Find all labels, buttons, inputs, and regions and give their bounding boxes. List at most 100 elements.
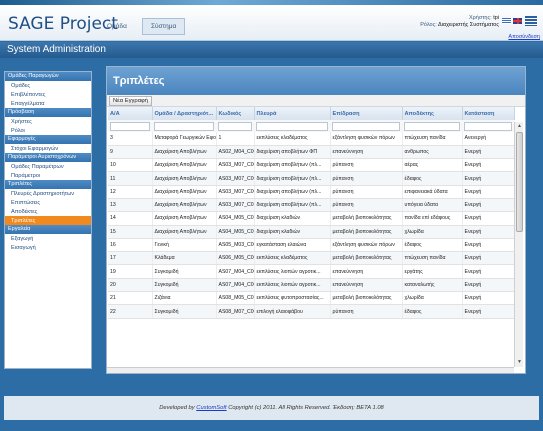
sidebar-item-activity-sides[interactable]: Πλευρές Δραστηριοτήτων	[5, 189, 91, 198]
column-header-status[interactable]: Κατάσταση	[462, 107, 515, 120]
sidebar-item-recipients[interactable]: Αποδέκτες	[5, 207, 91, 216]
table-row[interactable]: 19ΣυγκομιδήAS07_M04_C005εκπλύσεις λιοπών…	[108, 264, 515, 279]
cell-group: Διαχείριση Αποβλήτων	[152, 171, 217, 186]
table-row[interactable]: 20ΣυγκομιδήAS07_M04_C008εκπλύσεις λιοπών…	[108, 278, 515, 293]
column-header-side[interactable]: Πλευρά	[254, 107, 331, 120]
home-icon[interactable]	[525, 16, 537, 26]
sidebar-item-application-targets[interactable]: Στόχοι Εφαρμογών	[5, 144, 91, 153]
cell-recipient: έδαφος	[402, 171, 463, 186]
filter-input-side[interactable]	[256, 121, 328, 131]
nav-tab-group[interactable]: Ομάδα	[98, 18, 136, 35]
role-label: Ρόλος:	[420, 22, 437, 28]
cell-recipient: έδαφος	[402, 238, 463, 253]
table-row[interactable]: 17ΚλάδεμαAS06_M05_C006εκπλύσεις κλαδέματ…	[108, 251, 515, 266]
cell-code: AS03_M07_C004	[216, 185, 255, 199]
filter-input-recipient[interactable]	[404, 121, 460, 131]
role-value: Διαχειριστής Συστήματος	[438, 22, 499, 28]
cell-status: Ανενεργή	[462, 132, 515, 146]
cell-recipient: έδαφος	[402, 304, 463, 319]
scroll-thumb[interactable]	[516, 132, 523, 232]
cell-impact: ρύπανση	[330, 171, 403, 186]
cell-impact: μεταβολή βιοποικιλότητας	[330, 211, 403, 226]
filter-input-impact[interactable]	[332, 121, 400, 131]
table-row[interactable]: 16ΓενικήAS05_M03_C008εγκατάσταση ελαιώνα…	[108, 238, 515, 253]
uk-flag-icon[interactable]	[513, 18, 522, 24]
table-row[interactable]: 11Διαχείριση ΑποβλήτωνAS03_M07_C003διαχε…	[108, 171, 515, 186]
table-row[interactable]: 10Διαχείριση ΑποβλήτωνAS03_M07_C001διαχε…	[108, 158, 515, 173]
nav-tab-system[interactable]: Σύστημα	[141, 18, 186, 35]
footer: Developed by CustomSoft Copyright (c) 20…	[4, 396, 539, 420]
table-row[interactable]: 9Διαχείριση ΑποβλήτωνAS02_M04_C002διαχεί…	[108, 145, 515, 160]
scroll-up-arrow-icon[interactable]: ▲	[516, 123, 523, 130]
table-row[interactable]: 14Διαχείριση ΑποβλήτωνAS04_M05_C011διαχε…	[108, 211, 515, 226]
cell-impact: επανεύννηση	[330, 278, 403, 293]
filter-input-code[interactable]	[218, 121, 252, 131]
sidebar-item-impacts[interactable]: Επιπτώσεις	[5, 198, 91, 207]
cell-recipient: εργάτης	[402, 264, 463, 279]
cell-impact: επανεύννηση	[330, 264, 403, 279]
scroll-down-arrow-icon[interactable]: ▼	[516, 359, 523, 366]
column-header-recipient[interactable]: Αποδέκτης	[402, 107, 463, 120]
cell-aa: 17	[108, 251, 153, 266]
sidebar-item-import[interactable]: Εισαγωγή	[5, 243, 91, 252]
column-header-aa[interactable]: Α/Α	[108, 107, 153, 120]
cell-side: εκπλύσεις λιοπών αγροτικ...	[254, 264, 331, 279]
sidebar-item-professions[interactable]: Επαγγέλματα	[5, 99, 91, 108]
table-row[interactable]: 21ΖιζάνιαAS08_M05_C015εκπλύσεις φυτοπροσ…	[108, 291, 515, 306]
cell-group: Κλάδεμα	[152, 251, 217, 266]
top-nav: Ομάδα Σύστημα	[98, 18, 186, 35]
sidebar-item-users[interactable]: Χρήστες	[5, 117, 91, 126]
cell-code: AS07_M04_C005	[216, 264, 255, 279]
cell-recipient: πτώχευση πανίδα	[402, 251, 463, 266]
horizontal-scrollbar[interactable]	[107, 367, 514, 373]
sidebar-item-roles[interactable]: Ρόλοι	[5, 126, 91, 135]
cell-impact: εξάντληση φυσικών πόρων	[330, 132, 403, 146]
filter-input-group[interactable]	[154, 121, 214, 131]
sidebar-item-parameter-groups[interactable]: Ομάδες Παραμέτρων	[5, 162, 91, 171]
cell-recipient: καταναλωτής	[402, 278, 463, 293]
new-record-button[interactable]: Νέα Εγγραφή	[109, 96, 153, 106]
logout-link[interactable]: Αποσύνδεση	[508, 34, 540, 40]
cell-status: Ενεργή	[462, 225, 515, 239]
sidebar-item-groups[interactable]: Ομάδες	[5, 81, 91, 90]
cell-status: Ενεργή	[462, 251, 515, 266]
cell-recipient: χλωρίδα	[402, 225, 463, 239]
cell-impact: μεταβολή βιοποικιλότητας	[330, 251, 403, 266]
sidebar-item-parameters[interactable]: Παράμετροι	[5, 171, 91, 180]
cell-side: διαχείριση αποβλήτων ΦΠ	[254, 145, 331, 160]
cell-status: Ενεργή	[462, 211, 515, 226]
system-bar: System Administration	[0, 42, 543, 58]
filter-input-status[interactable]	[464, 121, 512, 131]
cell-recipient: πανίδα επί εδάφους	[402, 211, 463, 226]
greek-flag-icon[interactable]	[502, 18, 511, 24]
table-row[interactable]: 13Διαχείριση ΑποβλήτωνAS03_M07_C014διαχε…	[108, 198, 515, 213]
cell-code: AS04_M05_C015	[216, 225, 255, 239]
sidebar-item-supervisors[interactable]: Επιβλέποντες	[5, 90, 91, 99]
footer-link[interactable]: CustomSoft	[196, 405, 226, 411]
sidebar-item-triplets[interactable]: Τριπλέτες	[5, 216, 91, 225]
sidebar-item-export[interactable]: Εξαγωγή	[5, 234, 91, 243]
table-row[interactable]: 12Διαχείριση ΑποβλήτωνAS03_M07_C004διαχε…	[108, 185, 515, 199]
cell-side: διαχείριση κλαδιών	[254, 225, 331, 239]
sidebar-group-applications: Εφαρμογές	[5, 135, 91, 144]
cell-side: διαχείριση αποβλήτων (πλ...	[254, 198, 331, 213]
cell-group: Διαχείριση Αποβλήτων	[152, 211, 217, 226]
cell-group: Συγκομιδή	[152, 304, 217, 319]
column-header-group[interactable]: Ομάδα / Δραστηριότ...	[152, 107, 217, 120]
column-header-code[interactable]: Κωδικός	[216, 107, 255, 120]
cell-recipient: επιφανειακά ύδατα	[402, 185, 463, 199]
cell-impact: ρύπανση	[330, 198, 403, 213]
table-row[interactable]: 15Διαχείριση ΑποβλήτωνAS04_M05_C015διαχε…	[108, 225, 515, 239]
table-row[interactable]: 3 Μεταφορά Γεωργικών Εφο... 1 εκπλύσεις κλα…	[108, 132, 515, 146]
filter-input-aa[interactable]	[110, 121, 150, 131]
cell-status: Ενεργή	[462, 158, 515, 173]
filter-row	[108, 120, 514, 132]
content-panel: Τριπλέτες Νέα Εγγραφή Α/Α Ομάδα / Δραστη…	[106, 66, 526, 374]
cell-group: Διαχείριση Αποβλήτων	[152, 158, 217, 173]
column-header-impact[interactable]: Επίδραση	[330, 107, 403, 120]
cell-aa: 10	[108, 158, 153, 173]
cell-group: Διαχείριση Αποβλήτων	[152, 145, 217, 160]
vertical-scrollbar[interactable]: ▲ ▼	[514, 122, 523, 367]
cell-impact: επανεύννηση	[330, 145, 403, 160]
table-row[interactable]: 22ΣυγκομιδήAS08_M07_C003επιλογή ελαιοφάβ…	[108, 304, 515, 319]
